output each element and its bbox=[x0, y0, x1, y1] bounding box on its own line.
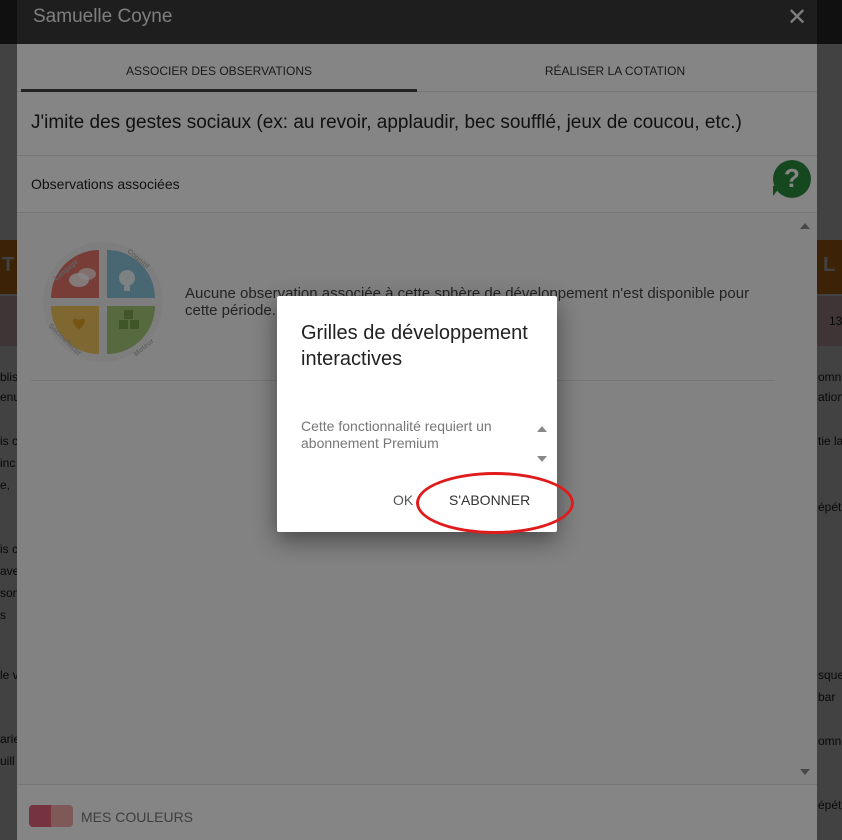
ok-button[interactable]: OK bbox=[393, 492, 413, 508]
scroll-up-arrow-icon[interactable] bbox=[537, 426, 547, 432]
alert-title: Grilles de développement interactives bbox=[301, 322, 528, 370]
highlight-annotation-ellipse bbox=[416, 472, 574, 534]
scroll-down-arrow-icon[interactable] bbox=[537, 456, 547, 462]
alert-message: Cette fonctionnalité requiert un abonnem… bbox=[301, 418, 492, 451]
alert-scrollbar[interactable] bbox=[535, 418, 549, 468]
